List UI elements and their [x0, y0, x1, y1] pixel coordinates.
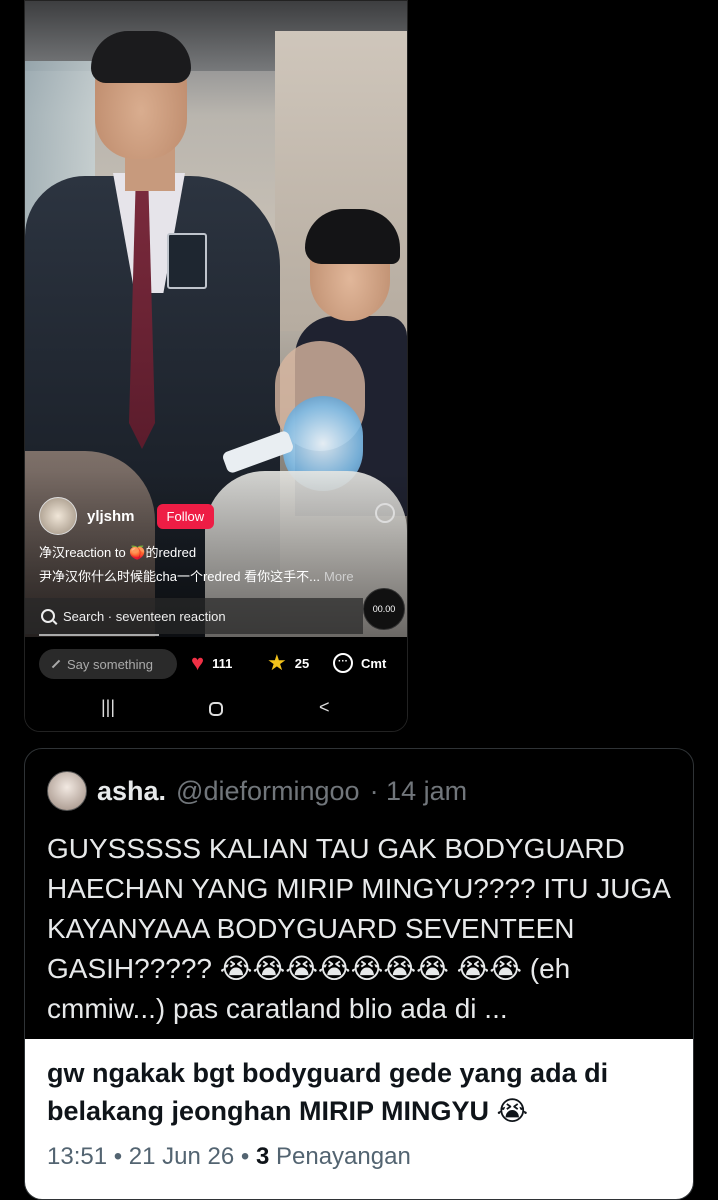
quoted-tweet-header: asha. @dieformingoo · 14 jam: [47, 771, 467, 811]
tweet-meta: 13:51 • 21 Jun 26 • 3 Penayangan: [47, 1143, 411, 1171]
progress-bar[interactable]: [39, 634, 159, 636]
comment-icon: ···: [333, 653, 353, 673]
comment-button[interactable]: ··· Cmt: [333, 653, 386, 673]
main-tweet: gw ngakak bgt bodyguard gede yang ada di…: [25, 1039, 693, 1199]
heart-icon: ♥: [191, 650, 205, 675]
star-icon: ★: [267, 650, 287, 675]
follow-button[interactable]: Follow: [156, 503, 215, 529]
views-count: 3: [255, 1143, 270, 1170]
quote-tweet-card[interactable]: asha. @dieformingoo · 14 jam GUYSSSSS KA…: [24, 748, 694, 1200]
recents-icon[interactable]: |||: [101, 697, 115, 718]
timer-badge: 00.00: [363, 588, 405, 630]
search-text: Search · seventeen reaction: [63, 608, 226, 624]
favorite-count: 25: [294, 655, 310, 671]
creator-username[interactable]: yljshm: [87, 508, 135, 525]
comment-label: Cmt: [361, 655, 387, 671]
quoted-handle[interactable]: @dieformingoo: [176, 776, 360, 807]
quoted-avatar[interactable]: [47, 771, 87, 811]
caption-title: 净汉reaction to 🍑的redred: [39, 545, 197, 560]
video-screenshot: yljshm Follow 净汉reaction to 🍑的redred 尹净汉…: [24, 0, 408, 732]
creator-avatar[interactable]: [39, 497, 77, 535]
tweet-timestamp[interactable]: 13:51 • 21 Jun 26 •: [47, 1143, 249, 1170]
bodyguard-hair: [91, 31, 191, 83]
main-tweet-text: gw ngakak bgt bodyguard gede yang ada di…: [47, 1058, 609, 1126]
home-icon[interactable]: [209, 702, 223, 716]
action-bar: Say something ♥ 111 ★ 25 ··· Cmt: [25, 641, 407, 689]
like-button[interactable]: ♥ 111: [191, 650, 233, 675]
quoted-tweet-text: GUYSSSSS KALIAN TAU GAK BODYGUARD HAECHA…: [47, 833, 670, 1024]
comment-placeholder: Say something: [67, 656, 153, 672]
comment-input[interactable]: Say something: [39, 649, 177, 679]
share-icon[interactable]: [375, 503, 395, 523]
search-icon: [41, 609, 55, 623]
favorite-button[interactable]: ★ 25: [267, 650, 310, 675]
search-bar[interactable]: Search · seventeen reaction: [25, 598, 363, 634]
caption-text: 尹净汉你什么时候能cha一个redred 看你这手不...: [39, 569, 320, 584]
like-count: 111: [212, 655, 233, 671]
android-nav-bar: ||| <: [25, 691, 407, 731]
caption-body: 尹净汉你什么时候能cha一个redred 看你这手不... More: [39, 566, 354, 585]
views-label: Penayangan: [276, 1143, 411, 1170]
back-icon[interactable]: <: [319, 697, 330, 718]
bodyguard-badge: [167, 233, 207, 289]
quoted-name[interactable]: asha.: [97, 776, 166, 807]
person-hair: [305, 209, 400, 264]
pencil-icon: [51, 659, 61, 669]
quoted-time: · 14 jam: [369, 775, 468, 806]
video-frame[interactable]: yljshm Follow 净汉reaction to 🍑的redred 尹净汉…: [25, 1, 407, 637]
more-link[interactable]: More: [324, 569, 354, 584]
creator-row: yljshm Follow: [39, 497, 215, 535]
